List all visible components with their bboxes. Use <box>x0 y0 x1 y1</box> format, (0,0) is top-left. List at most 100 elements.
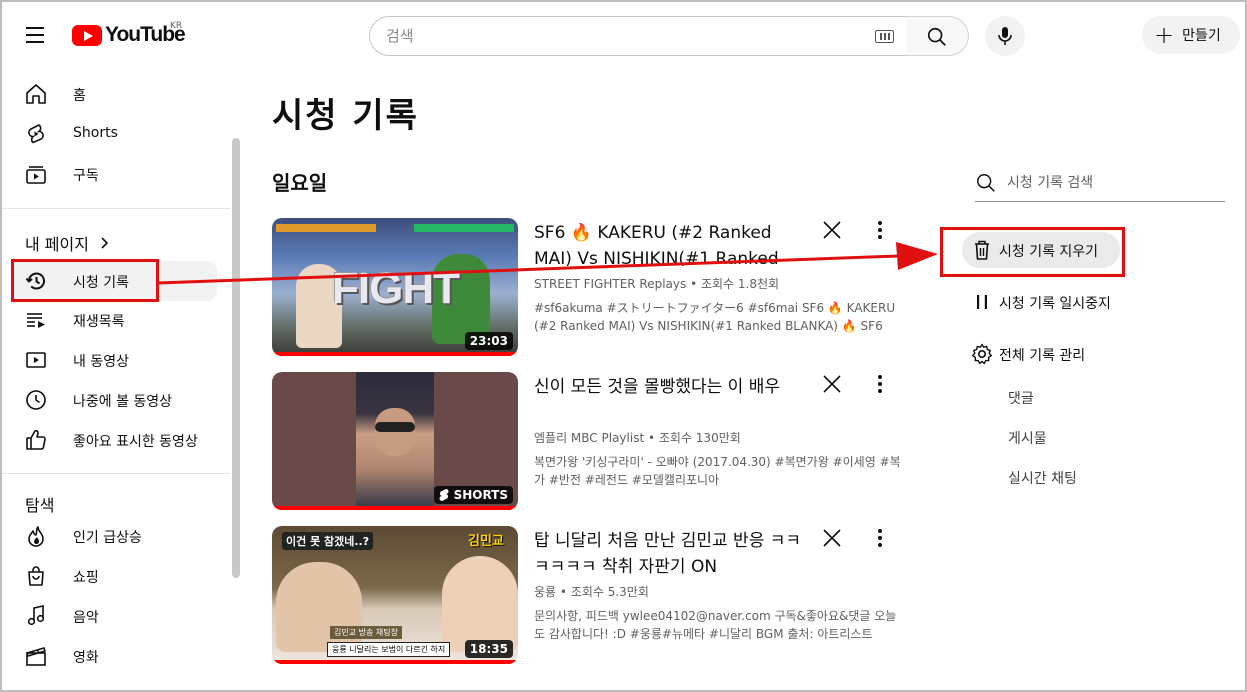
sidebar-item-label: 쇼핑 <box>73 570 99 586</box>
video-title[interactable]: 탑 니달리 처음 만난 김민교 반응 ㅋㅋㅋㅋㅋㅋ 착취 자판기 ON <box>534 528 804 580</box>
shopping-icon <box>28 566 44 586</box>
youtube-logo[interactable]: YouTube <box>72 23 186 47</box>
video-title[interactable]: SF6 🔥 KAKERU (#2 Ranked MAI) Vs NISHIKIN… <box>534 220 804 272</box>
sidebar-item-label: 음악 <box>73 610 99 626</box>
sidebar-item-movies[interactable]: 영화 <box>12 636 217 676</box>
keyboard-icon[interactable] <box>875 30 894 43</box>
sidebar-divider <box>0 208 230 209</box>
sidebar-item-label: 시청 기록 <box>73 275 129 291</box>
sidebar-item-music[interactable]: 음악 <box>12 596 217 636</box>
you-section-heading[interactable]: 내 페이지 <box>25 231 111 255</box>
search-box <box>369 16 907 56</box>
sidebar-scrollbar[interactable] <box>232 138 240 578</box>
sidebar-item-my-videos[interactable]: 내 동영상 <box>12 340 217 380</box>
pause-icon <box>977 295 987 309</box>
microphone-icon <box>998 27 1012 45</box>
search-icon <box>977 174 995 192</box>
shorts-icon <box>439 489 449 501</box>
more-options-icon[interactable] <box>870 526 890 550</box>
plus-icon: + <box>1154 21 1175 49</box>
watch-progress-bar <box>272 660 518 664</box>
sidebar-item-shorts[interactable]: Shorts <box>12 114 217 154</box>
sidebar-item-label: 구독 <box>73 168 99 184</box>
create-label: 만들기 <box>1182 28 1221 44</box>
sidebar-item-label: 재생목록 <box>73 314 125 330</box>
sidebar-item-label: 인기 급상승 <box>73 530 142 546</box>
region-code: KR <box>170 21 183 31</box>
watch-progress-bar <box>272 506 518 510</box>
sidebar-item-label: 좋아요 표시한 동영상 <box>73 434 198 450</box>
sidebar-item-label: 나중에 볼 동영상 <box>73 394 173 410</box>
sidebar-item-playlists[interactable]: 재생목록 <box>12 300 217 340</box>
shorts-badge: SHORTS <box>433 486 513 504</box>
remove-icon[interactable] <box>820 218 844 242</box>
sidebar-item-home[interactable]: 홈 <box>12 74 217 114</box>
sidebar-item-liked-videos[interactable]: 좋아요 표시한 동영상 <box>12 420 217 460</box>
history-search-box <box>975 164 1225 202</box>
video-thumbnail[interactable]: 이건 못 참겠네..? 김민교 김민교 방송 채팅창 웅룡 니달리는 보법이 다… <box>272 526 518 664</box>
movies-icon <box>26 647 46 666</box>
video-description: 문의사항, 피드백 ywlee04102@naver.com 구독&좋아요&댓글… <box>534 609 897 641</box>
video-thumbnail[interactable]: SHORTS <box>272 372 518 510</box>
explore-section-label: 탐색 <box>25 496 55 515</box>
video-row: 이건 못 참겠네..? 김민교 김민교 방송 채팅창 웅룡 니달리는 보법이 다… <box>272 526 902 664</box>
remove-icon[interactable] <box>820 526 844 550</box>
video-meta[interactable]: 웅룡 • 조회수 5.3만회 <box>534 583 649 600</box>
sidebar-item-label: Shorts <box>73 125 118 141</box>
my-videos-icon <box>26 352 46 368</box>
sidebar-item-shopping[interactable]: 쇼핑 <box>12 556 217 596</box>
video-meta[interactable]: STREET FIGHTER Replays • 조회수 1.8천회 <box>534 275 779 292</box>
sidebar-item-history[interactable]: 시청 기록 <box>12 261 217 301</box>
trash-icon <box>975 240 989 260</box>
search-button[interactable] <box>906 16 969 56</box>
liked-icon <box>26 429 46 450</box>
search-input[interactable] <box>386 27 856 45</box>
sidebar-item-watch-later[interactable]: 나중에 볼 동영상 <box>12 380 217 420</box>
history-search-input[interactable] <box>1007 174 1217 191</box>
video-duration: 18:35 <box>464 640 513 658</box>
playlist-icon <box>27 313 45 328</box>
thumbnail-fight-text: FIGHT <box>332 264 460 313</box>
thumbnail-face <box>375 408 415 456</box>
sidebar-item-trending[interactable]: 인기 급상승 <box>12 516 217 556</box>
create-button[interactable]: + 만들기 <box>1142 16 1240 54</box>
explore-section-heading: 탐색 <box>25 492 54 516</box>
shorts-icon <box>28 124 44 144</box>
thumbnail-glasses <box>375 422 415 432</box>
thumbnail-caption: 웅룡 니달리는 보법이 다르긴 하지 <box>327 642 451 657</box>
trending-icon <box>28 526 44 547</box>
home-icon <box>26 84 46 104</box>
video-description: 복면가왕 '키싱구라미' - 오빠야 (2017.04.30) #복면가왕 #이… <box>534 455 901 487</box>
manage-history-label: 전체 기록 관리 <box>999 348 1086 364</box>
video-thumbnail[interactable]: FIGHT 23:03 <box>272 218 518 356</box>
clear-history-button[interactable]: 시청 기록 지우기 <box>962 232 1120 268</box>
sidebar-divider <box>0 473 230 474</box>
video-title[interactable]: 신이 모든 것을 몰빵했다는 이 배우 <box>534 374 804 400</box>
sidebar-item-label: 영화 <box>73 650 99 666</box>
video-row: SHORTS 신이 모든 것을 몰빵했다는 이 배우 엠플리 MBC Playl… <box>272 372 902 510</box>
video-meta[interactable]: 엠플리 MBC Playlist • 조회수 130만회 <box>534 429 741 446</box>
sidebar: 홈 Shorts 구독 내 페이지 시청 기록 재생목록 내 동영상 나중에 볼… <box>0 72 240 692</box>
gear-icon <box>972 343 992 365</box>
video-duration: 23:03 <box>464 332 513 350</box>
masthead: YouTube KR + 만들기 <box>0 0 1247 72</box>
thumbnail-name-text: 김민교 <box>468 534 504 549</box>
live-chat-link[interactable]: 실시간 채팅 <box>1008 468 1077 488</box>
watch-progress-bar <box>272 352 518 356</box>
thumbnail-badge: 김민교 방송 채팅창 <box>330 626 402 639</box>
sidebar-item-label: 내 동영상 <box>73 354 129 370</box>
clear-history-label: 시청 기록 지우기 <box>999 244 1099 260</box>
you-section-label: 내 페이지 <box>25 235 89 254</box>
more-options-icon[interactable] <box>870 372 890 396</box>
history-icon <box>25 272 45 290</box>
video-description: #sf6akuma #ストリートファイター6 #sf6mai SF6 🔥 KAK… <box>534 301 896 333</box>
pause-history-label: 시청 기록 일시중지 <box>999 296 1111 312</box>
more-options-icon[interactable] <box>870 218 890 242</box>
sidebar-item-label: 홈 <box>73 88 86 104</box>
comments-link[interactable]: 댓글 <box>1008 388 1034 408</box>
voice-search-button[interactable] <box>985 16 1025 56</box>
menu-icon[interactable] <box>22 22 52 50</box>
sidebar-item-subscriptions[interactable]: 구독 <box>12 154 217 194</box>
posts-link[interactable]: 게시물 <box>1008 428 1047 448</box>
remove-icon[interactable] <box>820 372 844 396</box>
